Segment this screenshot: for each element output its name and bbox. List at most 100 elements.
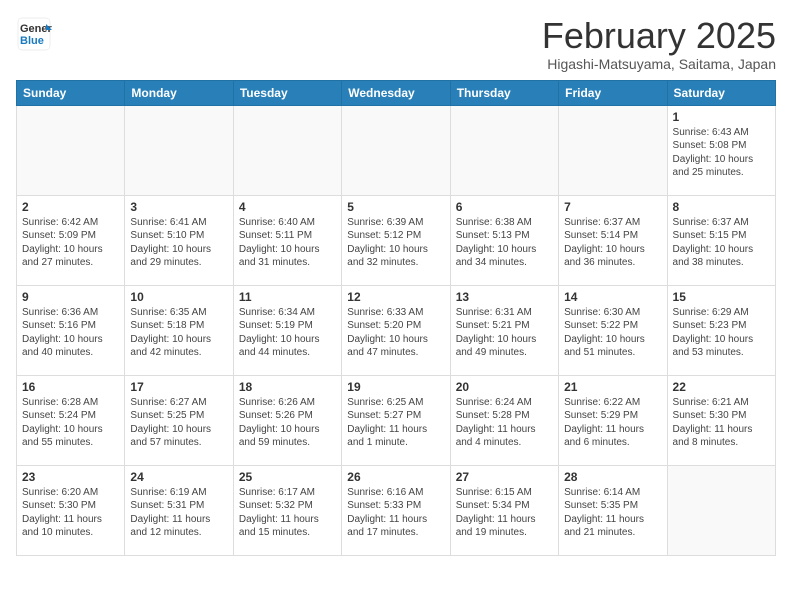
day-info: Sunrise: 6:43 AMSunset: 5:08 PMDaylight:… bbox=[673, 126, 770, 180]
day-info: Sunrise: 6:30 AMSunset: 5:22 PMDaylight:… bbox=[564, 306, 661, 360]
day-info: Sunrise: 6:27 AMSunset: 5:25 PMDaylight:… bbox=[130, 396, 227, 450]
calendar-day-cell: 28 Sunrise: 6:14 AMSunset: 5:35 PMDayligh… bbox=[559, 465, 667, 555]
weekday-header-cell: Sunday bbox=[17, 80, 125, 105]
day-info: Sunrise: 6:17 AMSunset: 5:32 PMDaylight:… bbox=[239, 486, 336, 540]
day-info: Sunrise: 6:37 AMSunset: 5:14 PMDaylight:… bbox=[564, 216, 661, 270]
calendar-day-cell: 11Sunrise: 6:34 AMSunset: 5:19 PMDayligh… bbox=[233, 285, 341, 375]
calendar-day-cell bbox=[125, 105, 233, 195]
calendar-day-cell: 16 Sunrise: 6:28 AMSunset: 5:24 PMDayligh… bbox=[17, 375, 125, 465]
calendar-day-cell: 24Sunrise: 6:19 AMSunset: 5:31 PMDayligh… bbox=[125, 465, 233, 555]
calendar-body: 1 Sunrise: 6:43 AMSunset: 5:08 PMDaylight… bbox=[17, 105, 776, 555]
day-number: 3 bbox=[130, 200, 227, 214]
calendar-day-cell: 7 Sunrise: 6:37 AMSunset: 5:14 PMDaylight… bbox=[559, 195, 667, 285]
calendar-day-cell: 15 Sunrise: 6:29 AMSunset: 5:23 PMDayligh… bbox=[667, 285, 775, 375]
day-info: Sunrise: 6:22 AMSunset: 5:29 PMDaylight:… bbox=[564, 396, 661, 450]
calendar-week-row: 2 Sunrise: 6:42 AMSunset: 5:09 PMDaylight… bbox=[17, 195, 776, 285]
calendar-day-cell: 13 Sunrise: 6:31 AMSunset: 5:21 PMDayligh… bbox=[450, 285, 558, 375]
day-info: Sunrise: 6:15 AMSunset: 5:34 PMDaylight:… bbox=[456, 486, 553, 540]
day-number: 7 bbox=[564, 200, 661, 214]
calendar-day-cell: 5 Sunrise: 6:39 AMSunset: 5:12 PMDaylight… bbox=[342, 195, 450, 285]
day-number: 27 bbox=[456, 470, 553, 484]
weekday-header-cell: Monday bbox=[125, 80, 233, 105]
day-number: 25 bbox=[239, 470, 336, 484]
day-number: 14 bbox=[564, 290, 661, 304]
calendar-week-row: 1 Sunrise: 6:43 AMSunset: 5:08 PMDaylight… bbox=[17, 105, 776, 195]
day-number: 2 bbox=[22, 200, 119, 214]
calendar-day-cell: 19 Sunrise: 6:25 AMSunset: 5:27 PMDayligh… bbox=[342, 375, 450, 465]
day-number: 26 bbox=[347, 470, 444, 484]
day-info: Sunrise: 6:37 AMSunset: 5:15 PMDaylight:… bbox=[673, 216, 770, 270]
day-info: Sunrise: 6:14 AMSunset: 5:35 PMDaylight:… bbox=[564, 486, 661, 540]
day-number: 8 bbox=[673, 200, 770, 214]
month-title: February 2025 bbox=[542, 16, 776, 56]
calendar-day-cell: 25 Sunrise: 6:17 AMSunset: 5:32 PMDayligh… bbox=[233, 465, 341, 555]
calendar-day-cell: 17 Sunrise: 6:27 AMSunset: 5:25 PMDayligh… bbox=[125, 375, 233, 465]
calendar-day-cell: 12 Sunrise: 6:33 AMSunset: 5:20 PMDayligh… bbox=[342, 285, 450, 375]
weekday-header-cell: Friday bbox=[559, 80, 667, 105]
calendar-day-cell: 6 Sunrise: 6:38 AMSunset: 5:13 PMDaylight… bbox=[450, 195, 558, 285]
calendar-day-cell: 18Sunrise: 6:26 AMSunset: 5:26 PMDayligh… bbox=[233, 375, 341, 465]
logo-icon: General Blue bbox=[16, 16, 52, 52]
day-number: 1 bbox=[673, 110, 770, 124]
day-info: Sunrise: 6:39 AMSunset: 5:12 PMDaylight:… bbox=[347, 216, 444, 270]
weekday-header-cell: Saturday bbox=[667, 80, 775, 105]
calendar-week-row: 16 Sunrise: 6:28 AMSunset: 5:24 PMDayligh… bbox=[17, 375, 776, 465]
calendar-day-cell: 2 Sunrise: 6:42 AMSunset: 5:09 PMDaylight… bbox=[17, 195, 125, 285]
day-number: 17 bbox=[130, 380, 227, 394]
day-info: Sunrise: 6:42 AMSunset: 5:09 PMDaylight:… bbox=[22, 216, 119, 270]
location: Higashi-Matsuyama, Saitama, Japan bbox=[542, 56, 776, 72]
day-info: Sunrise: 6:29 AMSunset: 5:23 PMDaylight:… bbox=[673, 306, 770, 360]
day-info: Sunrise: 6:24 AMSunset: 5:28 PMDaylight:… bbox=[456, 396, 553, 450]
day-number: 16 bbox=[22, 380, 119, 394]
day-number: 5 bbox=[347, 200, 444, 214]
day-number: 15 bbox=[673, 290, 770, 304]
day-number: 12 bbox=[347, 290, 444, 304]
day-number: 18 bbox=[239, 380, 336, 394]
day-info: Sunrise: 6:33 AMSunset: 5:20 PMDaylight:… bbox=[347, 306, 444, 360]
day-number: 22 bbox=[673, 380, 770, 394]
calendar-day-cell: 21 Sunrise: 6:22 AMSunset: 5:29 PMDayligh… bbox=[559, 375, 667, 465]
day-number: 20 bbox=[456, 380, 553, 394]
day-info: Sunrise: 6:31 AMSunset: 5:21 PMDaylight:… bbox=[456, 306, 553, 360]
weekday-header-cell: Thursday bbox=[450, 80, 558, 105]
calendar-day-cell: 4 Sunrise: 6:40 AMSunset: 5:11 PMDaylight… bbox=[233, 195, 341, 285]
day-number: 19 bbox=[347, 380, 444, 394]
day-number: 10 bbox=[130, 290, 227, 304]
day-info: Sunrise: 6:40 AMSunset: 5:11 PMDaylight:… bbox=[239, 216, 336, 270]
calendar-day-cell bbox=[17, 105, 125, 195]
day-number: 28 bbox=[564, 470, 661, 484]
day-info: Sunrise: 6:20 AMSunset: 5:30 PMDaylight:… bbox=[22, 486, 119, 540]
calendar-day-cell bbox=[450, 105, 558, 195]
calendar-day-cell: 1 Sunrise: 6:43 AMSunset: 5:08 PMDaylight… bbox=[667, 105, 775, 195]
day-info: Sunrise: 6:16 AMSunset: 5:33 PMDaylight:… bbox=[347, 486, 444, 540]
day-info: Sunrise: 6:21 AMSunset: 5:30 PMDaylight:… bbox=[673, 396, 770, 450]
calendar-day-cell: 8 Sunrise: 6:37 AMSunset: 5:15 PMDaylight… bbox=[667, 195, 775, 285]
day-number: 9 bbox=[22, 290, 119, 304]
day-number: 4 bbox=[239, 200, 336, 214]
day-number: 23 bbox=[22, 470, 119, 484]
day-info: Sunrise: 6:25 AMSunset: 5:27 PMDaylight:… bbox=[347, 396, 444, 450]
title-block: February 2025 Higashi-Matsuyama, Saitama… bbox=[542, 16, 776, 72]
logo: General Blue bbox=[16, 16, 52, 52]
day-info: Sunrise: 6:36 AMSunset: 5:16 PMDaylight:… bbox=[22, 306, 119, 360]
weekday-header-cell: Tuesday bbox=[233, 80, 341, 105]
day-number: 11 bbox=[239, 290, 336, 304]
calendar-day-cell bbox=[667, 465, 775, 555]
day-info: Sunrise: 6:35 AMSunset: 5:18 PMDaylight:… bbox=[130, 306, 227, 360]
day-number: 21 bbox=[564, 380, 661, 394]
day-info: Sunrise: 6:28 AMSunset: 5:24 PMDaylight:… bbox=[22, 396, 119, 450]
calendar-week-row: 23 Sunrise: 6:20 AMSunset: 5:30 PMDayligh… bbox=[17, 465, 776, 555]
page-header: General Blue February 2025 Higashi-Matsu… bbox=[16, 16, 776, 72]
calendar-day-cell: 20 Sunrise: 6:24 AMSunset: 5:28 PMDayligh… bbox=[450, 375, 558, 465]
calendar-day-cell: 22 Sunrise: 6:21 AMSunset: 5:30 PMDayligh… bbox=[667, 375, 775, 465]
calendar-day-cell bbox=[559, 105, 667, 195]
day-number: 13 bbox=[456, 290, 553, 304]
day-info: Sunrise: 6:41 AMSunset: 5:10 PMDaylight:… bbox=[130, 216, 227, 270]
day-info: Sunrise: 6:38 AMSunset: 5:13 PMDaylight:… bbox=[456, 216, 553, 270]
calendar-day-cell bbox=[342, 105, 450, 195]
calendar-day-cell: 27 Sunrise: 6:15 AMSunset: 5:34 PMDayligh… bbox=[450, 465, 558, 555]
day-number: 6 bbox=[456, 200, 553, 214]
day-info: Sunrise: 6:19 AMSunset: 5:31 PMDaylight:… bbox=[130, 486, 227, 540]
calendar-day-cell: 26 Sunrise: 6:16 AMSunset: 5:33 PMDayligh… bbox=[342, 465, 450, 555]
calendar-day-cell: 23 Sunrise: 6:20 AMSunset: 5:30 PMDayligh… bbox=[17, 465, 125, 555]
